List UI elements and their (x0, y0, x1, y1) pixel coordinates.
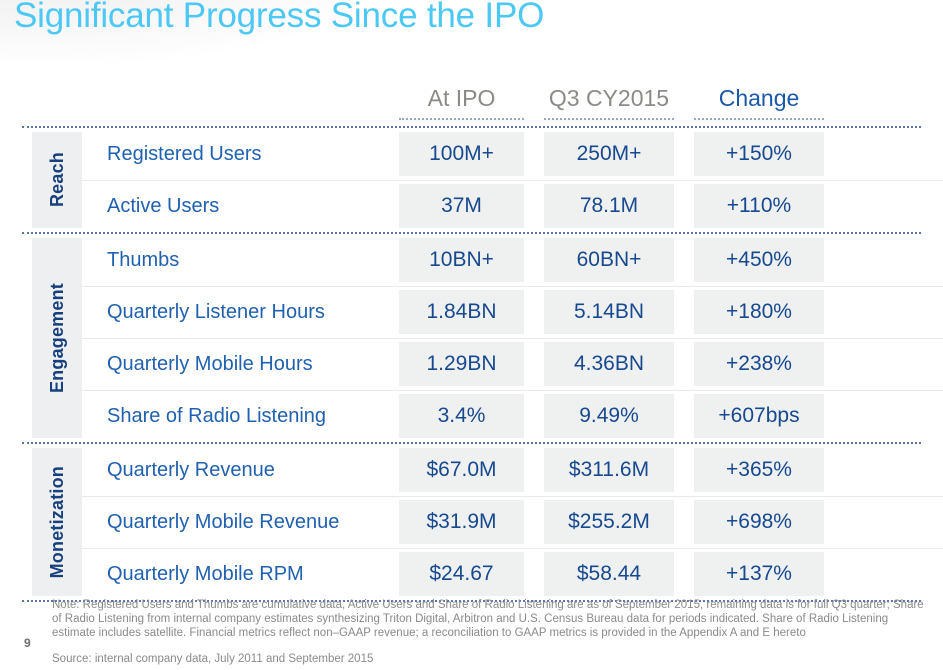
cell-change: +137% (694, 552, 824, 596)
cell-q3-cy2015: 250M+ (544, 132, 674, 176)
row-metric-label: Share of Radio Listening (107, 404, 327, 427)
header-underline-dots (0, 118, 943, 122)
cell-at-ipo: 10BN+ (399, 238, 524, 282)
table-row: Quarterly Mobile Hours 1.29BN 4.36BN +238% (82, 338, 943, 390)
row-metric-label: Quarterly Mobile Revenue (107, 510, 340, 533)
section-category: Reach (0, 128, 82, 232)
cell-at-ipo: 3.4% (399, 394, 524, 438)
section-category-box: Monetization (32, 448, 82, 596)
column-header-q3-cy2015: Q3 CY2015 (548, 85, 670, 111)
table-row: Quarterly Listener Hours 1.84BN 5.14BN +180… (82, 286, 943, 338)
dots-spacer-metric (82, 118, 399, 122)
column-header-change: Change (718, 85, 800, 111)
table-row: Share of Radio Listening 3.4% 9.49% +607bps (82, 390, 943, 442)
cell-change: +450% (694, 238, 824, 282)
cell-at-ipo: 1.29BN (399, 342, 524, 386)
cell-at-ipo: $24.67 (399, 552, 524, 596)
cell-q3-cy2015: 4.36BN (544, 342, 674, 386)
cell-change: +238% (694, 342, 824, 386)
table-row: Thumbs 10BN+ 60BN+ +450% (82, 234, 943, 286)
cell-q3-cy2015: $58.44 (544, 552, 674, 596)
table-sections: Reach Registered Users 100M+ 250M+ +150% Acti… (0, 126, 943, 602)
metrics-table: At IPO Q3 CY2015 Change Reach Registered … (0, 58, 943, 602)
footnote-note: Note: Registered Users and Thumbs are cu… (52, 599, 924, 640)
section-category-label: Engagement (46, 282, 67, 394)
table-section: Engagement Thumbs 10BN+ 60BN+ +450% Quarterly… (0, 234, 943, 442)
cell-change: +180% (694, 290, 824, 334)
row-metric-label: Quarterly Listener Hours (107, 300, 325, 323)
cell-at-ipo: $67.0M (399, 448, 524, 492)
cell-q3-cy2015: 5.14BN (544, 290, 674, 334)
table-section: Monetization Quarterly Revenue $67.0M $311.… (0, 444, 943, 600)
table-row: Active Users 37M 78.1M +110% (82, 180, 943, 232)
row-metric-label: Quarterly Revenue (107, 458, 275, 481)
cell-q3-cy2015: 78.1M (544, 184, 674, 228)
dots-q3-cy2015 (544, 118, 674, 120)
cell-change: +607bps (694, 394, 824, 438)
section-category: Engagement (0, 234, 82, 442)
section-category-box: Reach (32, 132, 82, 228)
cell-change: +150% (694, 132, 824, 176)
row-metric-label: Quarterly Mobile Hours (107, 352, 313, 375)
table-row: Quarterly Mobile Revenue $31.9M $255.2M +69… (82, 496, 943, 548)
cell-q3-cy2015: 60BN+ (544, 238, 674, 282)
cell-q3-cy2015: $255.2M (544, 500, 674, 544)
cell-q3-cy2015: 9.49% (544, 394, 674, 438)
page-title: Significant Progress Since the IPO (14, 0, 545, 35)
section-category: Monetization (0, 444, 82, 600)
section-category-label: Monetization (46, 465, 67, 579)
table-row: Quarterly Mobile RPM $24.67 $58.44 +137% (82, 548, 943, 600)
section-category-label: Reach (46, 152, 67, 208)
cell-at-ipo: 100M+ (399, 132, 524, 176)
cell-at-ipo: $31.9M (399, 500, 524, 544)
row-metric-label: Thumbs (107, 248, 180, 271)
table-header-row: At IPO Q3 CY2015 Change (0, 58, 943, 118)
row-metric-label: Quarterly Mobile RPM (107, 562, 304, 585)
section-category-box: Engagement (32, 238, 82, 438)
section-rows: Thumbs 10BN+ 60BN+ +450% Quarterly Listener … (82, 234, 943, 442)
row-metric-label: Registered Users (107, 142, 262, 165)
footnote-source: Source: internal company data, July 2011… (52, 653, 374, 665)
cell-change: +110% (694, 184, 824, 228)
cell-at-ipo: 37M (399, 184, 524, 228)
cell-at-ipo: 1.84BN (399, 290, 524, 334)
page-number: 9 (24, 636, 31, 650)
row-metric-label: Active Users (107, 194, 220, 217)
column-header-at-ipo: At IPO (427, 85, 496, 111)
section-rows: Registered Users 100M+ 250M+ +150% Active Us… (82, 128, 943, 232)
dots-at-ipo (399, 118, 524, 120)
cell-change: +698% (694, 500, 824, 544)
table-row: Quarterly Revenue $67.0M $311.6M +365% (82, 444, 943, 496)
cell-q3-cy2015: $311.6M (544, 448, 674, 492)
cell-change: +365% (694, 448, 824, 492)
dots-spacer-category (0, 118, 82, 122)
slide: Significant Progress Since the IPO At IP… (0, 0, 943, 670)
table-section: Reach Registered Users 100M+ 250M+ +150% Acti… (0, 128, 943, 232)
table-row: Registered Users 100M+ 250M+ +150% (82, 128, 943, 180)
dots-change (694, 118, 824, 120)
section-rows: Quarterly Revenue $67.0M $311.6M +365% Quart… (82, 444, 943, 600)
